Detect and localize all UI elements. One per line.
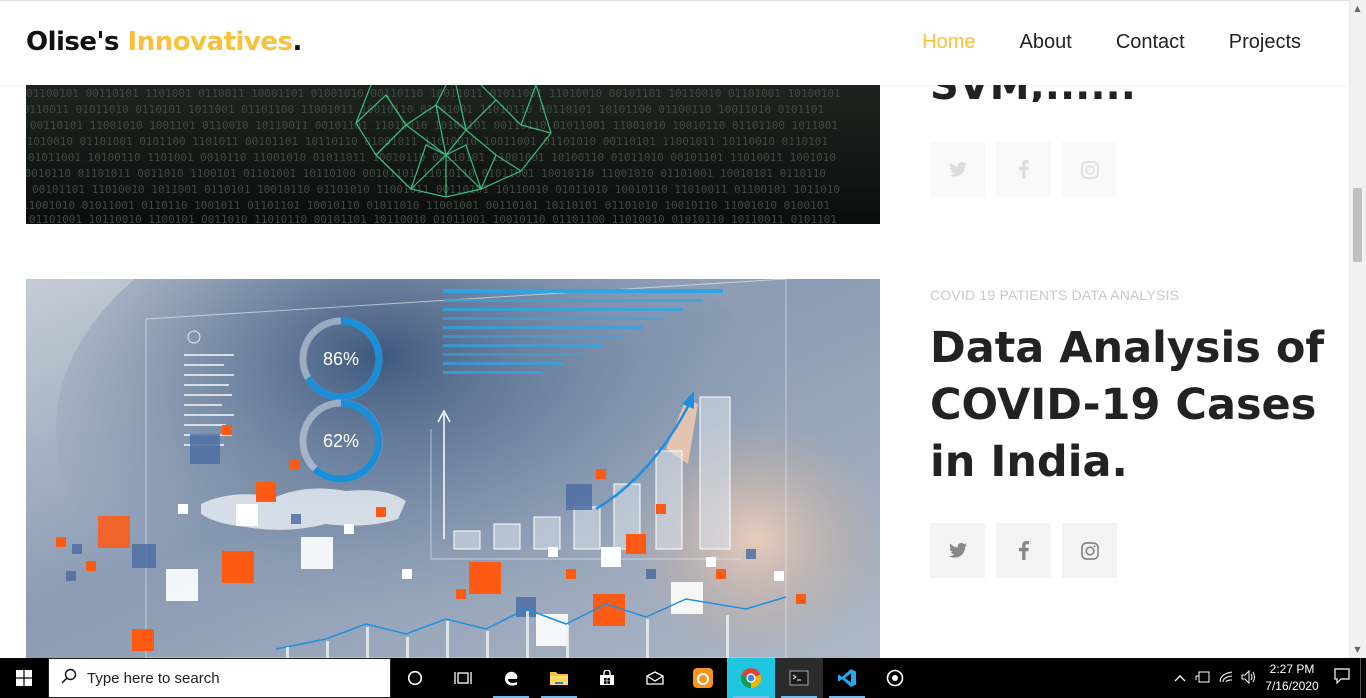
twitter-icon[interactable] [930,523,985,578]
twitter-icon[interactable] [930,142,985,197]
svg-text:10010110 01101011 0011010 1100: 10010110 01101011 0011010 1100101 011010… [26,167,826,180]
scroll-thumb[interactable] [1353,188,1362,262]
taskbar-search-input[interactable]: Type here to search [48,658,391,698]
post-image-data-analytics[interactable]: 86% 62% [26,279,880,658]
page-scrollbar[interactable]: ▲ ▼ [1349,0,1366,658]
analytics-dashboard-artwork: 86% 62% [26,279,880,658]
svg-text:01011001 10100110 1101001 0010: 01011001 10100110 1101001 0010110 110010… [28,151,836,164]
system-clock[interactable]: 2:27 PM 7/16/2020 [1260,661,1324,695]
binary-code-artwork: 01100101 00110101 1101001 0110011 100011… [26,85,880,224]
post-category[interactable]: COVID 19 PATIENTS DATA ANALYSIS [930,287,1179,303]
show-desktop-button[interactable] [1360,658,1366,698]
svg-text:11001010 01011001 0110110 1001: 11001010 01011001 0110110 1001011 011011… [26,199,830,212]
svg-text:86%: 86% [323,349,359,369]
svg-text:01100101 00110101 1101001 0110: 01100101 00110101 1101001 0110011 100011… [26,87,841,100]
nav-contact[interactable]: Contact [1116,31,1185,54]
windows-start-icon[interactable] [0,658,48,698]
site-header: Olise's Innovatives. Home About Contact … [0,0,1349,85]
facebook-icon[interactable] [996,523,1051,578]
post-2-social-links [930,523,1117,578]
file-explorer-icon[interactable] [535,658,583,698]
main-nav: Home About Contact Projects [922,31,1301,54]
windows-taskbar: Type here to search 2:27 PM 7/16/2020 [0,658,1366,698]
clock-date: 7/16/2020 [1265,679,1319,693]
uc-browser-icon[interactable] [679,658,727,698]
scroll-up-arrow-icon[interactable]: ▲ [1349,0,1366,17]
svg-text:01101001 10110010 1100101 0011: 01101001 10110010 1100101 0011010 110101… [29,213,837,224]
notification-center-icon[interactable] [1324,668,1360,688]
svg-text:00110101 11001010 1001101 0110: 00110101 11001010 1001101 0110010 101100… [30,119,838,132]
browser-viewport: 01100101 00110101 1101001 0110011 100011… [0,0,1366,658]
cortana-icon[interactable] [391,658,439,698]
search-placeholder: Type here to search [87,669,220,687]
nav-about[interactable]: About [1020,31,1072,54]
obs-icon[interactable] [871,658,919,698]
post-image-neural-network[interactable]: 01100101 00110101 1101001 0110011 100011… [26,85,880,224]
instagram-icon[interactable] [1062,523,1117,578]
battery-icon[interactable] [1191,671,1214,686]
chrome-icon[interactable] [727,658,775,698]
mail-icon[interactable] [631,658,679,698]
task-view-icon[interactable] [439,658,487,698]
svg-text:00101101 11010010 1011001 0110: 00101101 11010010 1011001 0110101 100101… [32,183,840,196]
post-title[interactable]: Data Analysis of COVID-19 Cases in India… [930,320,1330,491]
facebook-icon[interactable] [996,142,1051,197]
vscode-icon[interactable] [823,658,871,698]
edge-icon[interactable] [487,658,535,698]
svg-text:10110011 01011010 0110101 1011: 10110011 01011010 0110101 1011001 011011… [26,103,824,116]
store-icon[interactable] [583,658,631,698]
wifi-icon[interactable] [1214,670,1237,687]
nav-home[interactable]: Home [922,31,975,54]
terminal-icon[interactable] [775,658,823,698]
post-1-social-links [930,142,1117,197]
svg-text:62%: 62% [323,431,359,451]
system-tray: 2:27 PM 7/16/2020 [1168,658,1366,698]
chevron-up-icon[interactable] [1168,671,1191,685]
nav-projects[interactable]: Projects [1229,31,1301,54]
instagram-icon[interactable] [1062,142,1117,197]
scroll-down-arrow-icon[interactable]: ▼ [1349,641,1366,658]
volume-icon[interactable] [1237,669,1260,687]
site-logo[interactable]: Olise's Innovatives. [26,27,302,57]
clock-time: 2:27 PM [1269,662,1315,676]
search-icon [61,668,77,688]
